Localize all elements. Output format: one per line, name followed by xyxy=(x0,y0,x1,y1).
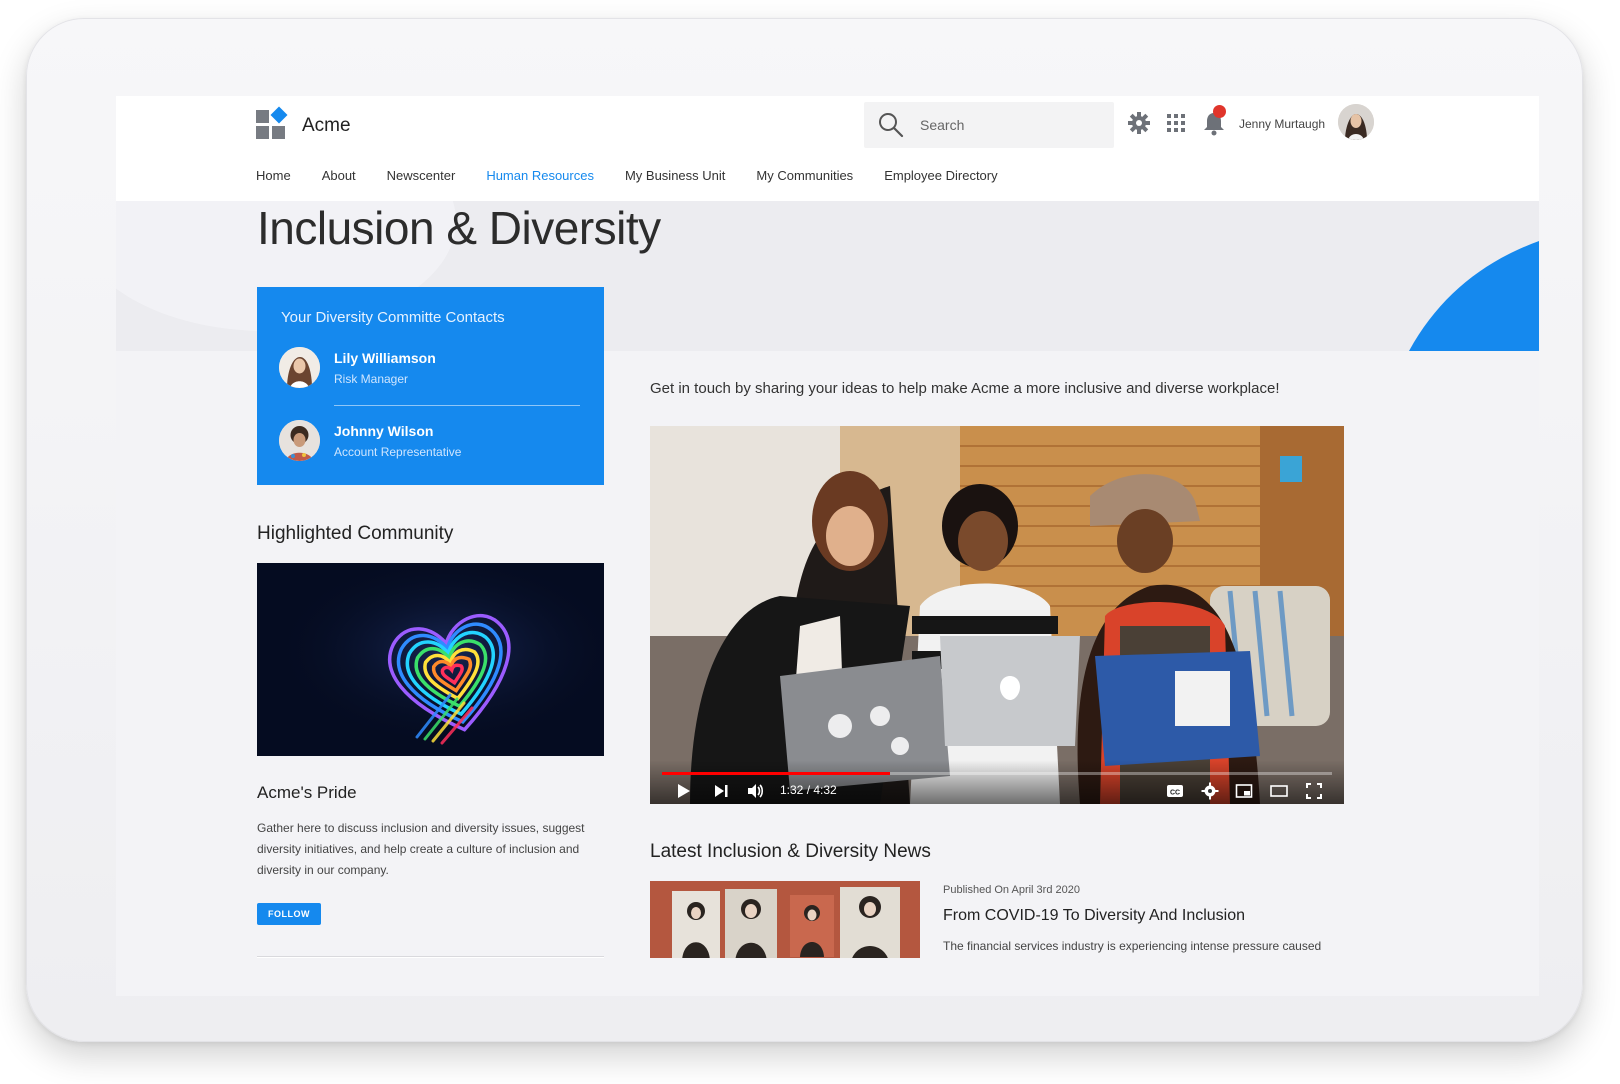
nav-item-my-communities[interactable]: My Communities xyxy=(756,168,853,183)
miniplayer-icon[interactable] xyxy=(1235,782,1253,800)
intro-text: Get in touch by sharing your ideas to he… xyxy=(650,380,1280,397)
video-player[interactable]: 1:32 / 4:32 CC xyxy=(650,426,1344,804)
news-published-date: Published On April 3rd 2020 xyxy=(943,884,1080,896)
acme-logo-icon xyxy=(256,106,288,142)
volume-icon[interactable] xyxy=(746,782,764,800)
contact-name: Lily Williamson xyxy=(334,350,436,366)
tablet-frame: Acme Search Jenny Murtaugh Home About Ne… xyxy=(26,18,1583,1042)
hero-accent-shape xyxy=(1409,241,1539,351)
settings-icon[interactable] xyxy=(1201,782,1219,800)
video-frame xyxy=(650,426,1344,804)
brand-name: Acme xyxy=(302,115,351,136)
user-name[interactable]: Jenny Murtaugh xyxy=(1239,117,1325,131)
screen-bottom xyxy=(116,958,1539,996)
contacts-divider xyxy=(334,405,580,406)
contact-item[interactable]: Johnny Wilson Account Representative xyxy=(279,420,589,466)
contact-avatar xyxy=(279,420,320,461)
search-placeholder: Search xyxy=(920,117,965,133)
nav-item-about[interactable]: About xyxy=(322,168,356,183)
community-description: Gather here to discuss inclusion and div… xyxy=(257,821,585,877)
nav-item-human-resources[interactable]: Human Resources xyxy=(486,168,594,183)
user-avatar[interactable] xyxy=(1338,104,1374,140)
video-progress-bar[interactable] xyxy=(662,772,1332,775)
contact-role: Risk Manager xyxy=(334,372,409,386)
community-name[interactable]: Acme's Pride xyxy=(257,783,357,803)
nav-item-newscenter[interactable]: Newscenter xyxy=(387,168,456,183)
video-controls: 1:32 / 4:32 CC xyxy=(650,760,1344,804)
community-image[interactable] xyxy=(257,563,604,756)
video-progress-fill xyxy=(662,772,890,775)
contact-name: Johnny Wilson xyxy=(334,423,434,439)
site-header: Acme Search Jenny Murtaugh Home About Ne… xyxy=(116,96,1539,201)
theater-icon[interactable] xyxy=(1270,782,1288,800)
play-icon[interactable] xyxy=(674,782,692,800)
captions-icon[interactable]: CC xyxy=(1166,782,1184,800)
news-heading: Latest Inclusion & Diversity News xyxy=(650,841,931,862)
diversity-contacts-card: Your Diversity Committe Contacts Lily Wi… xyxy=(257,287,604,485)
contact-avatar xyxy=(279,347,320,388)
news-title[interactable]: From COVID-19 To Diversity And Inclusion xyxy=(943,907,1245,925)
nav-item-employee-directory[interactable]: Employee Directory xyxy=(884,168,997,183)
next-icon[interactable] xyxy=(712,782,730,800)
notification-badge xyxy=(1213,105,1226,118)
news-excerpt: The financial services industry is exper… xyxy=(943,939,1322,953)
main-nav: Home About Newscenter Human Resources My Bus… xyxy=(256,168,1029,183)
brand-logo[interactable]: Acme xyxy=(256,106,351,142)
gear-icon[interactable] xyxy=(1126,110,1152,136)
highlighted-community-heading: Highlighted Community xyxy=(257,523,454,544)
nav-item-home[interactable]: Home xyxy=(256,168,291,183)
contacts-title: Your Diversity Committe Contacts xyxy=(281,309,505,326)
video-time: 1:32 / 4:32 xyxy=(780,783,837,797)
search-input[interactable]: Search xyxy=(864,102,1114,148)
app-grid-icon[interactable] xyxy=(1163,110,1189,136)
page-title: Inclusion & Diversity xyxy=(257,202,661,254)
contact-role: Account Representative xyxy=(334,445,462,459)
screen: Acme Search Jenny Murtaugh Home About Ne… xyxy=(116,96,1539,996)
fullscreen-icon[interactable] xyxy=(1305,782,1323,800)
follow-button[interactable]: FOLLOW xyxy=(257,903,321,925)
contact-item[interactable]: Lily Williamson Risk Manager xyxy=(279,347,589,393)
search-icon xyxy=(879,113,904,138)
svg-text:CC: CC xyxy=(1170,790,1180,797)
nav-item-my-business-unit[interactable]: My Business Unit xyxy=(625,168,725,183)
